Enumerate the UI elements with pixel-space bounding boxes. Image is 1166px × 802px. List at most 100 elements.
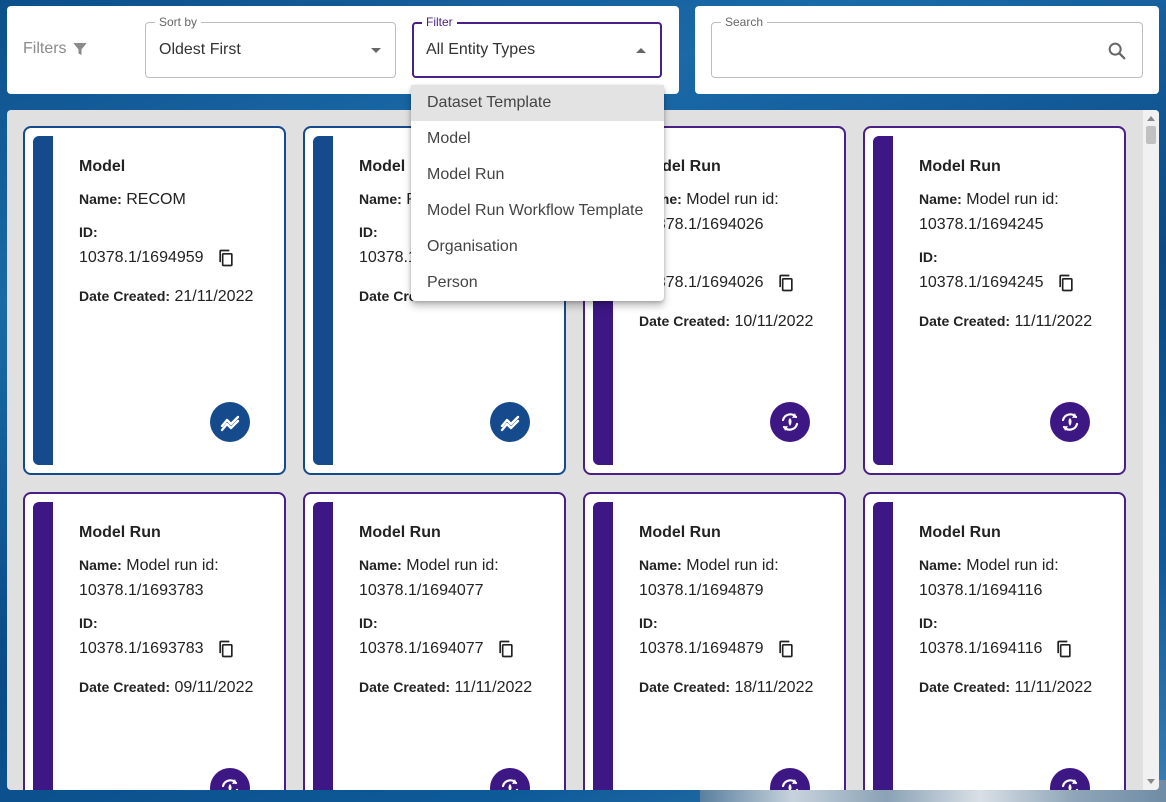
filter-legend: Filter <box>422 15 457 29</box>
date-label: Date Created: <box>639 313 731 329</box>
copy-icon[interactable] <box>776 272 796 294</box>
chevron-down-icon <box>371 48 381 53</box>
card-id: 10378.1/1693783 <box>79 640 204 657</box>
card-date-row: Date Created: 11/11/2022 <box>919 309 1112 334</box>
card-name-row: Name: Model run id: 10378.1/1693783 <box>79 553 272 603</box>
id-label: ID: <box>359 224 378 240</box>
entity-card[interactable]: Model Run Name: Model run id: 10378.1/16… <box>863 126 1126 475</box>
model-run-icon[interactable] <box>490 768 530 790</box>
card-id: 10378.1/1694959 <box>79 249 204 266</box>
copy-icon[interactable] <box>216 638 236 660</box>
card-date-row: Date Created: 11/11/2022 <box>919 675 1112 700</box>
card-date: 10/11/2022 <box>734 313 814 330</box>
card-id: 10378.1/1694077 <box>359 640 484 657</box>
card-entity-type: Model Run <box>79 524 161 541</box>
name-label: Name: <box>359 191 402 207</box>
filter-option[interactable]: Person <box>411 265 664 301</box>
card-entity-type: Model Run <box>639 524 721 541</box>
copy-icon[interactable] <box>1056 272 1076 294</box>
name-label: Name: <box>79 191 122 207</box>
name-label: Name: <box>919 557 962 573</box>
card-accent-stripe <box>313 502 333 790</box>
date-label: Date Created: <box>919 313 1011 329</box>
model-run-icon[interactable] <box>1050 402 1090 442</box>
funnel-icon[interactable] <box>71 40 89 58</box>
scroll-down-icon[interactable] <box>1147 779 1155 784</box>
id-label: ID: <box>359 615 378 631</box>
id-label: ID: <box>639 615 658 631</box>
card-id: 10378.1/1694879 <box>639 640 764 657</box>
card-name-row: Name: Model run id: 10378.1/1694077 <box>359 553 552 603</box>
id-label-row: ID: <box>639 245 832 270</box>
id-label-row: ID: <box>639 611 832 636</box>
card-date-row: Date Created: 11/11/2022 <box>359 675 552 700</box>
filters-label: Filters <box>23 40 89 58</box>
scroll-up-icon[interactable] <box>1147 116 1155 121</box>
search-legend: Search <box>721 15 768 29</box>
model-run-icon[interactable] <box>1050 768 1090 790</box>
card-id-row: 10378.1/1694116 <box>919 636 1112 661</box>
card-date: 11/11/2022 <box>1014 313 1093 330</box>
date-label: Date Created: <box>919 679 1011 695</box>
card-accent-stripe <box>33 136 53 465</box>
model-icon[interactable] <box>490 402 530 442</box>
model-run-icon[interactable] <box>210 768 250 790</box>
card-entity-type: Model Run <box>919 158 1001 175</box>
copy-icon[interactable] <box>216 247 236 269</box>
card-date: 09/11/2022 <box>174 679 254 696</box>
search-input[interactable]: Search <box>711 15 1143 78</box>
scrollbar[interactable] <box>1143 110 1159 790</box>
id-label: ID: <box>79 224 98 240</box>
filter-option[interactable]: Model Run Workflow Template <box>411 193 664 229</box>
model-icon[interactable] <box>210 402 250 442</box>
entity-card[interactable]: Model Run Name: Model run id: 10378.1/16… <box>303 492 566 790</box>
card-id-row: 10378.1/1694077 <box>359 636 552 661</box>
card-date-row: Date Created: 21/11/2022 <box>79 284 272 309</box>
scroll-thumb[interactable] <box>1146 126 1156 144</box>
entity-card[interactable]: Model Run Name: Model run id: 10378.1/16… <box>23 492 286 790</box>
card-entity-type: Model Run <box>639 158 721 175</box>
name-label: Name: <box>919 191 962 207</box>
filter-value: All Entity Types <box>426 41 536 58</box>
entity-card[interactable]: Model Run Name: Model run id: 10378.1/16… <box>583 492 846 790</box>
card-id-row: 10378.1/1694959 <box>79 245 272 270</box>
date-label: Date Created: <box>359 679 451 695</box>
entity-filter-select[interactable]: Filter All Entity Types <box>412 15 662 78</box>
model-run-icon[interactable] <box>770 768 810 790</box>
id-label-row: ID: <box>919 245 1112 270</box>
card-accent-stripe <box>33 502 53 790</box>
name-label: Name: <box>639 557 682 573</box>
date-label: Date Created: <box>639 679 731 695</box>
card-date-row: Date Created: 18/11/2022 <box>639 675 832 700</box>
copy-icon[interactable] <box>496 638 516 660</box>
date-label: Date Created: <box>79 288 171 304</box>
entity-card[interactable]: Model Name: RECOM ID: 10378.1/1694959 Da… <box>23 126 286 475</box>
controls-panel: Filters Sort by Oldest First Filter All … <box>7 6 679 94</box>
filter-option[interactable]: Model <box>411 121 664 157</box>
search-icon[interactable] <box>1106 40 1128 62</box>
name-label: Name: <box>79 557 122 573</box>
copy-icon[interactable] <box>1054 638 1074 660</box>
sort-by-legend: Sort by <box>155 15 202 29</box>
filter-option[interactable]: Organisation <box>411 229 664 265</box>
model-run-icon[interactable] <box>770 402 810 442</box>
date-label: Date Created: <box>79 679 171 695</box>
card-date: 11/11/2022 <box>454 679 533 696</box>
card-id: 10378.1/1694245 <box>919 274 1044 291</box>
id-label: ID: <box>79 615 98 631</box>
entity-filter-menu: Dataset Template Model Model Run Model Run … <box>411 85 664 301</box>
id-label: ID: <box>919 615 938 631</box>
card-accent-stripe <box>593 502 613 790</box>
copy-icon[interactable] <box>776 638 796 660</box>
card-accent-stripe <box>873 136 893 465</box>
sort-by-value: Oldest First <box>159 41 241 58</box>
entity-card[interactable]: Model Run Name: Model run id: 10378.1/16… <box>863 492 1126 790</box>
card-name-row: Name: Model run id: 10378.1/1694116 <box>919 553 1112 603</box>
filter-option[interactable]: Dataset Template <box>411 85 664 121</box>
card-entity-type: Model Run <box>359 524 441 541</box>
card-name-row: Name: Model run id: 10378.1/1694245 <box>919 187 1112 237</box>
id-label-row: ID: <box>79 220 272 245</box>
sort-by-select[interactable]: Sort by Oldest First <box>145 15 396 78</box>
filter-option[interactable]: Model Run <box>411 157 664 193</box>
chevron-up-icon <box>636 48 646 53</box>
